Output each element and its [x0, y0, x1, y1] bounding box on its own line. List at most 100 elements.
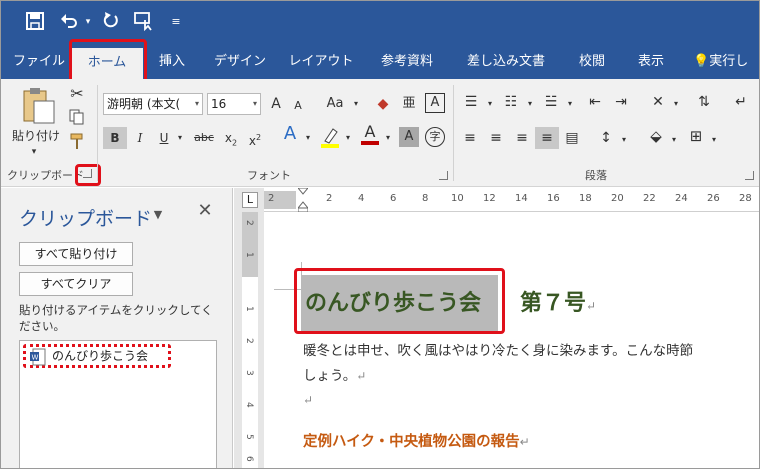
touch-mode-icon[interactable] — [133, 11, 157, 33]
bullets-icon[interactable]: ☰ — [459, 93, 483, 111]
character-border-icon[interactable]: A — [425, 93, 445, 113]
phonetic-guide-icon[interactable]: 亜 — [399, 95, 419, 113]
change-case-icon[interactable]: Aa — [321, 95, 349, 113]
close-icon[interactable]: ✕ — [195, 202, 215, 220]
chevron-down-icon[interactable]: ▾ — [383, 129, 393, 147]
italic-button[interactable]: I — [131, 129, 149, 147]
redo-icon[interactable] — [101, 11, 123, 33]
pane-options-icon[interactable]: ▼ — [151, 206, 165, 224]
superscript-button[interactable]: x2 — [245, 129, 265, 150]
empty-paragraph[interactable]: ↵ — [303, 392, 313, 408]
customize-qat-icon[interactable]: ≡ — [169, 11, 183, 33]
chevron-down-icon[interactable]: ▾ — [671, 95, 681, 113]
paragraph-mark: ↵ — [586, 299, 597, 313]
paragraph-launcher-icon[interactable] — [745, 171, 754, 180]
font-size-combo[interactable]: 16 ▾ — [207, 93, 261, 115]
tab-file[interactable]: ファイル — [11, 45, 67, 79]
align-center-icon[interactable]: ≡ — [485, 129, 507, 147]
ruler-tick: 2 — [268, 193, 275, 204]
decrease-indent-icon[interactable]: ⇤ — [583, 93, 607, 111]
chevron-down-icon[interactable]: ▾ — [175, 129, 185, 147]
bold-button[interactable]: B — [103, 127, 127, 149]
tab-selector[interactable]: L — [242, 192, 258, 208]
format-painter-icon[interactable] — [67, 133, 87, 156]
clipboard-item[interactable]: W のんびり歩こう会 — [23, 344, 171, 368]
clear-formatting-icon[interactable]: ◆ — [373, 95, 393, 113]
undo-icon[interactable] — [59, 11, 81, 33]
cut-icon[interactable]: ✂ — [67, 85, 87, 103]
character-shading-icon[interactable]: A — [399, 127, 419, 147]
justify-icon[interactable]: ≡ — [535, 127, 559, 149]
chevron-down-icon[interactable]: ▾ — [485, 95, 495, 113]
save-icon[interactable] — [25, 11, 47, 33]
paste-dropdown-icon[interactable]: ▾ — [27, 143, 41, 161]
line-spacing-icon[interactable]: ↕ — [595, 129, 617, 147]
tab-review[interactable]: 校閲 — [569, 45, 615, 79]
issue-text: 第７号 — [520, 290, 587, 316]
strikethrough-button[interactable]: abc — [191, 129, 217, 147]
tab-home[interactable]: ホーム — [71, 48, 143, 79]
document-title[interactable]: のんびり歩こう会 — [305, 285, 481, 317]
chevron-down-icon[interactable]: ▾ — [619, 131, 629, 149]
shrink-font-icon[interactable]: A — [289, 97, 307, 115]
subscript-button[interactable]: x2 — [221, 129, 241, 152]
tab-references[interactable]: 参考資料 — [371, 45, 443, 79]
tab-layout[interactable]: レイアウト — [285, 45, 357, 79]
ruler-tick: 16 — [547, 193, 560, 204]
tab-insert[interactable]: 挿入 — [149, 45, 195, 79]
paste-all-button[interactable]: すべて貼り付け — [19, 242, 133, 266]
chevron-down-icon[interactable]: ▾ — [565, 95, 575, 113]
vertical-ruler[interactable]: 2 1 1 2 3 4 5 6 — [234, 212, 264, 468]
shading-icon[interactable]: ⬙ — [645, 127, 667, 145]
horizontal-ruler[interactable]: 2 2 4 6 8 10 12 14 16 18 20 22 24 26 28 — [264, 187, 759, 213]
copy-icon[interactable] — [67, 109, 87, 130]
multilevel-list-icon[interactable]: ☱ — [539, 93, 563, 111]
body-line-2[interactable]: しょう。↵ — [303, 364, 366, 384]
tab-view[interactable]: 表示 — [627, 45, 675, 79]
font-name-combo[interactable]: 游明朝 (本文(▾ — [103, 93, 203, 115]
ruler-tick: 4 — [358, 193, 365, 204]
chevron-down-icon[interactable]: ▾ — [669, 131, 679, 149]
asian-layout-icon[interactable]: ✕ — [645, 93, 671, 111]
document-page[interactable]: のんびり歩こう会 第７号↵ 暖冬とは申せ、吹く風はやはり冷たく身に染みます。こん… — [264, 212, 759, 468]
paragraph-mark: ↵ — [519, 435, 530, 449]
font-launcher-icon[interactable] — [439, 171, 448, 180]
document-area: L 2 2 4 6 8 10 12 14 16 18 20 22 24 26 2… — [234, 187, 759, 468]
vruler-tick: 1 — [244, 252, 254, 258]
enclose-characters-icon[interactable]: 字 — [425, 127, 445, 147]
chevron-down-icon[interactable]: ▾ — [351, 95, 361, 113]
align-right-icon[interactable]: ≡ — [511, 129, 533, 147]
show-marks-icon[interactable]: ↵ — [731, 93, 751, 111]
underline-button[interactable]: U — [155, 129, 173, 147]
undo-dropdown-icon[interactable]: ▾ — [83, 11, 93, 33]
ruler-tick: 10 — [451, 193, 464, 204]
highlight-color-icon[interactable] — [319, 125, 341, 151]
document-issue[interactable]: 第７号↵ — [520, 285, 596, 317]
numbering-icon[interactable]: ☷ — [499, 93, 523, 111]
tab-tell-me[interactable]: 💡実行し — [693, 45, 759, 79]
indent-marker-icon[interactable] — [296, 187, 310, 213]
vruler-tick: 6 — [244, 456, 254, 462]
paste-icon[interactable] — [13, 85, 59, 125]
tab-design[interactable]: デザイン — [207, 45, 273, 79]
borders-icon[interactable]: ⊞ — [685, 127, 707, 145]
font-color-icon[interactable]: A — [359, 123, 381, 149]
chevron-down-icon[interactable]: ▾ — [709, 131, 719, 149]
chevron-down-icon[interactable]: ▾ — [525, 95, 535, 113]
align-left-icon[interactable]: ≡ — [459, 129, 481, 147]
body-line-1[interactable]: 暖冬とは申せ、吹く風はやはり冷たく身に染みます。こんな時節 — [303, 339, 693, 359]
ruler-tick: 28 — [739, 193, 752, 204]
clipboard-launcher-icon[interactable] — [83, 169, 92, 178]
sort-icon[interactable]: ⇅ — [693, 93, 715, 111]
vruler-tick: 1 — [244, 306, 254, 312]
ruler-tick: 8 — [422, 193, 429, 204]
clear-all-button[interactable]: すべてクリア — [19, 272, 133, 296]
increase-indent-icon[interactable]: ⇥ — [609, 93, 633, 111]
tab-mailings[interactable]: 差し込み文書 — [457, 45, 555, 79]
chevron-down-icon[interactable]: ▾ — [303, 129, 313, 147]
grow-font-icon[interactable]: A — [267, 95, 285, 113]
chevron-down-icon[interactable]: ▾ — [343, 129, 353, 147]
distributed-icon[interactable]: ▤ — [561, 129, 583, 147]
text-effects-icon[interactable]: A — [279, 125, 301, 143]
report-heading[interactable]: 定例ハイク・中央植物公園の報告↵ — [303, 430, 530, 451]
